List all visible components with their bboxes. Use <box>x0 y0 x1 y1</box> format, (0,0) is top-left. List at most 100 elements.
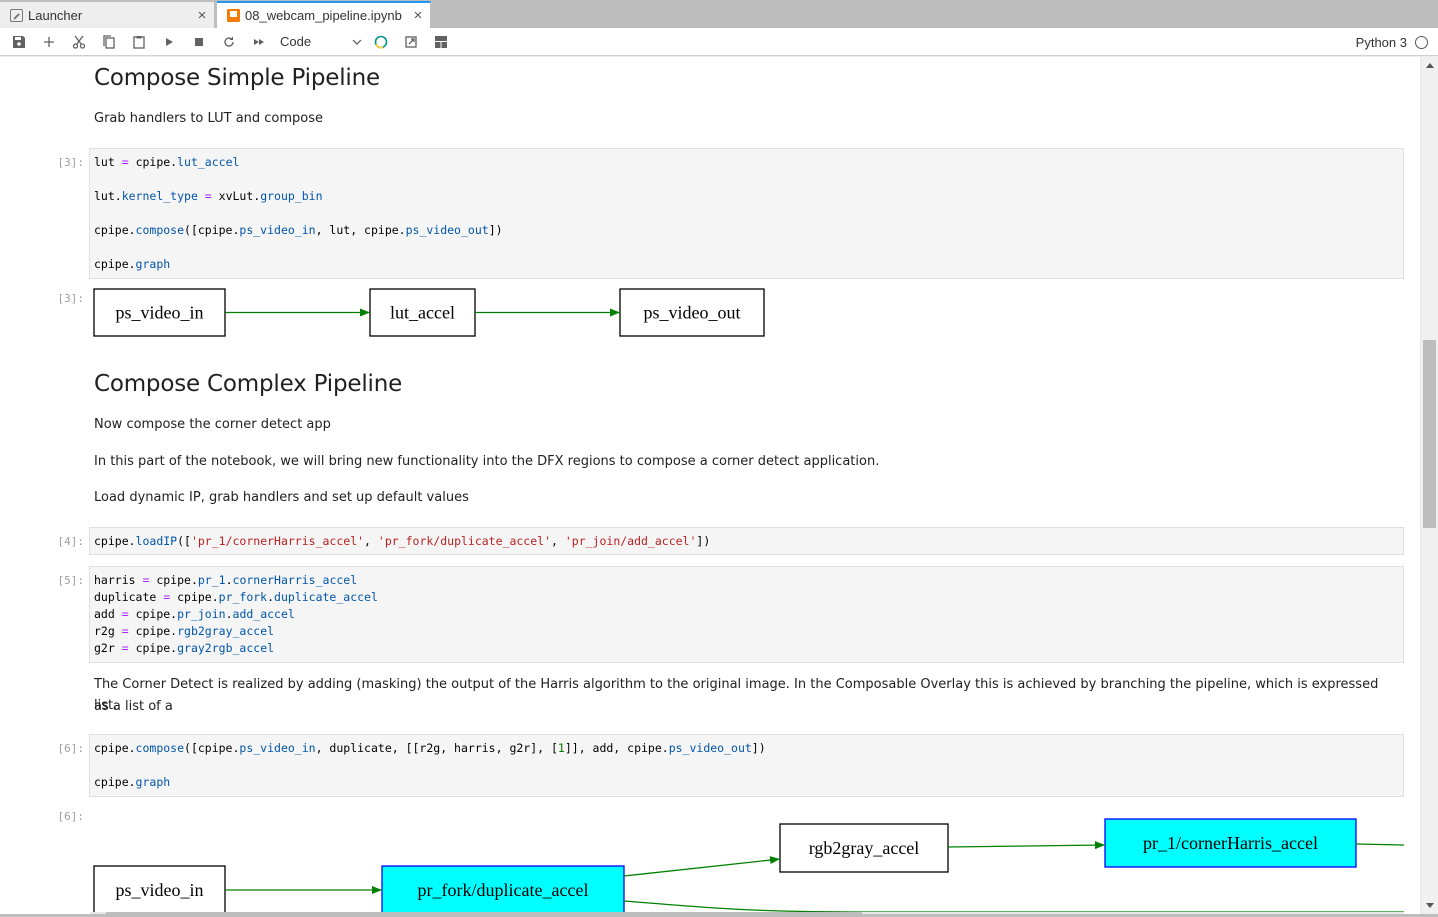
cut-button[interactable] <box>64 30 94 54</box>
chevron-down-icon <box>352 39 362 45</box>
code-cell-3[interactable]: lut = cpipe.lut_accel lut.kernel_type = x… <box>89 148 1404 279</box>
cell-type-select[interactable]: Code <box>280 31 366 53</box>
markdown-text: In this part of the notebook, we will br… <box>94 454 880 469</box>
stop-button[interactable] <box>184 30 214 54</box>
code-token: , lut, cpipe. <box>315 223 406 237</box>
code-token: cornerHarris_accel <box>232 573 358 587</box>
code-token: ]) <box>696 534 711 548</box>
code-line: cpipe.compose([cpipe.ps_video_in, lut, c… <box>94 222 1399 239</box>
code-token: duplicate <box>94 590 157 604</box>
code-token: cpipe. <box>94 775 136 789</box>
output-prompt: [3]: <box>57 292 85 305</box>
code-token: 1 <box>557 741 565 755</box>
pipeline-graph-simple: ps_video_in lut_accel ps_video_out <box>93 288 765 337</box>
stop-icon <box>195 37 203 46</box>
input-prompt: [4]: <box>57 535 85 548</box>
graph-edge <box>1355 843 1404 846</box>
restart-icon <box>224 36 234 47</box>
code-token: xvLut. <box>218 189 261 203</box>
graph-node: lut_accel <box>369 288 476 337</box>
code-token: rgb2gray_accel <box>177 624 275 638</box>
code-token: ]) <box>488 223 503 237</box>
restart-button[interactable] <box>214 30 244 54</box>
code-token: = <box>114 607 136 621</box>
code-token: lut_accel <box>177 155 240 169</box>
kernel-indicator[interactable]: Python 3 <box>1356 28 1428 56</box>
code-token: = <box>197 189 219 203</box>
notebook-icon <box>227 9 240 22</box>
vertical-scrollbar[interactable] <box>1420 57 1438 914</box>
code-token: cpipe. <box>156 573 198 587</box>
graph-node: rgb2gray_accel <box>779 823 949 873</box>
code-line: harris = cpipe.pr_1.cornerHarris_accel <box>94 572 1399 589</box>
scroll-down-arrow-icon[interactable] <box>1426 903 1434 908</box>
code-line: g2r = cpipe.gray2rgb_accel <box>94 640 1399 657</box>
code-token: . <box>267 590 275 604</box>
tab-launcher[interactable]: Launcher × <box>0 2 215 28</box>
code-token: pr_1 <box>197 573 226 587</box>
heading-complex-pipeline: Compose Complex Pipeline <box>94 371 403 397</box>
code-token: lut. <box>94 189 122 203</box>
run-button[interactable] <box>154 30 184 54</box>
code-token: ]) <box>751 741 766 755</box>
node-label: ps_video_out <box>644 303 741 323</box>
close-icon[interactable]: × <box>406 7 430 24</box>
launcher-icon <box>10 8 23 22</box>
code-token: cpipe. <box>94 223 136 237</box>
graph-edge <box>947 841 1106 850</box>
paste-button[interactable] <box>124 30 154 54</box>
code-line: duplicate = cpipe.pr_fork.duplicate_acce… <box>94 589 1399 606</box>
code-token: add <box>94 607 115 621</box>
code-token: group_bin <box>260 189 323 203</box>
scroll-up-arrow-icon[interactable] <box>1426 63 1434 68</box>
code-token: cpipe. <box>177 590 219 604</box>
code-token: cpipe. <box>94 534 136 548</box>
markdown-text: Now compose the corner detect app <box>94 417 331 432</box>
layout-button[interactable] <box>426 30 456 54</box>
markdown-text: Grab handlers to LUT and compose <box>94 111 324 126</box>
add-icon <box>44 36 54 47</box>
code-token: ([cpipe. <box>184 741 240 755</box>
tab-notebook[interactable]: 08_webcam_pipeline.ipynb × <box>217 1 431 28</box>
code-token: harris <box>94 573 136 587</box>
markdown-text: list. <box>94 698 118 713</box>
graph-edge <box>623 900 1404 913</box>
code-token: 'pr_1/cornerHarris_accel' <box>190 534 365 548</box>
code-token: = <box>156 590 178 604</box>
node-label: pr_1/cornerHarris_accel <box>1143 833 1318 853</box>
code-token: ps_video_in <box>239 223 316 237</box>
input-prompt: [5]: <box>57 574 85 587</box>
graph-node: ps_video_in <box>93 865 226 914</box>
heading-simple-pipeline: Compose Simple Pipeline <box>94 65 380 91</box>
busy-indicator-icon <box>374 35 388 49</box>
close-icon[interactable]: × <box>190 7 214 24</box>
code-cell-5[interactable]: harris = cpipe.pr_1.cornerHarris_accel du… <box>89 566 1404 663</box>
kernel-idle-icon <box>1415 35 1428 49</box>
code-token: , <box>364 534 378 548</box>
copy-button[interactable] <box>94 30 124 54</box>
code-token: , <box>551 534 565 548</box>
code-token: cpipe. <box>94 741 136 755</box>
open-external-button[interactable] <box>396 30 426 54</box>
code-token: = <box>135 573 157 587</box>
paste-icon <box>133 35 145 49</box>
code-token: = <box>114 641 136 655</box>
code-line: cpipe.loadIP(['pr_1/cornerHarris_accel',… <box>94 533 1399 550</box>
save-icon <box>13 35 25 48</box>
scrollbar-thumb[interactable] <box>1423 340 1436 528</box>
code-token: cpipe. <box>135 624 178 638</box>
markdown-text: Load dynamic IP, grab handlers and set u… <box>94 490 469 505</box>
code-cell-6[interactable]: cpipe.compose([cpipe.ps_video_in, duplic… <box>89 734 1404 797</box>
code-cell-4[interactable]: cpipe.loadIP(['pr_1/cornerHarris_accel',… <box>89 527 1404 555</box>
node-label: lut_accel <box>390 303 455 323</box>
code-token: cpipe. <box>135 155 178 169</box>
code-token: , duplicate, [[r2g, harris, g2r], [ <box>315 741 558 755</box>
code-token: graph <box>135 775 171 789</box>
graph-edge <box>623 856 781 877</box>
code-token: = <box>114 624 136 638</box>
run-all-button[interactable] <box>244 30 274 54</box>
save-button[interactable] <box>4 30 34 54</box>
add-cell-button[interactable] <box>34 30 64 54</box>
